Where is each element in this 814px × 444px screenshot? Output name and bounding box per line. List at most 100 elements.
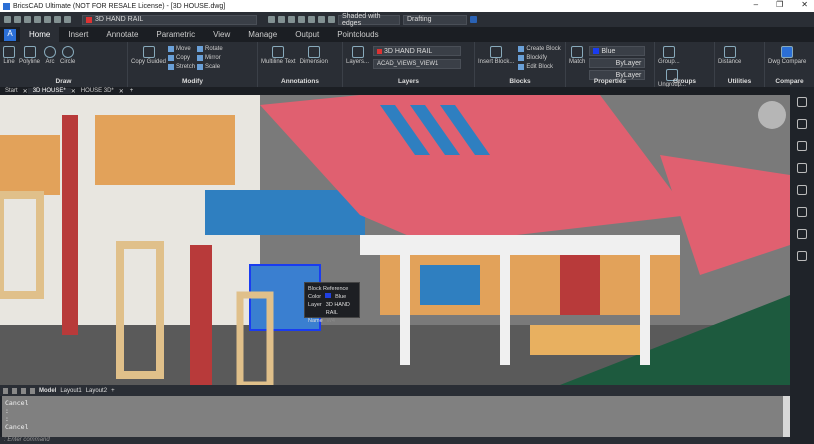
last-layout-icon[interactable] xyxy=(30,387,35,394)
tool-icon[interactable] xyxy=(328,16,335,23)
group-button[interactable]: Group... xyxy=(658,46,680,65)
layout-tab-model[interactable]: Model xyxy=(39,388,56,394)
close-button[interactable]: ✕ xyxy=(801,0,808,9)
edit-block-button[interactable]: Edit Block xyxy=(518,64,560,70)
label: Blockify xyxy=(526,55,548,61)
mirror-button[interactable]: Mirror xyxy=(197,55,223,61)
tool-icon[interactable] xyxy=(288,16,295,23)
workspace-dropdown[interactable]: Drafting xyxy=(403,14,467,25)
polyline-button[interactable]: Polyline xyxy=(19,46,40,65)
panel-title: Compare xyxy=(775,78,804,85)
match-button[interactable]: Match xyxy=(569,46,585,80)
new-tab-icon[interactable]: + xyxy=(130,88,134,94)
prev-layout-icon[interactable] xyxy=(12,387,17,394)
tool-icon[interactable] xyxy=(298,16,305,23)
tool-icon[interactable] xyxy=(318,16,325,23)
create-block-button[interactable]: Create Block xyxy=(518,46,561,52)
open-icon[interactable] xyxy=(14,16,21,23)
doc-tab-house-3d[interactable]: HOUSE 3D* xyxy=(76,88,119,94)
linetype-value: ByLayer xyxy=(615,59,642,67)
compare-panel: Dwg Compare Compare xyxy=(765,42,814,87)
current-layer-dropdown[interactable]: 3D HAND RAIL xyxy=(373,46,462,56)
dwg-compare-button[interactable]: Dwg Compare xyxy=(768,46,806,65)
undo-icon[interactable] xyxy=(54,16,61,23)
distance-button[interactable]: Distance xyxy=(718,46,741,65)
arc-button[interactable]: Arc xyxy=(44,46,57,65)
tooltip-label: Name xyxy=(308,318,323,324)
tab-annotate[interactable]: Annotate xyxy=(97,27,147,42)
tab-pointclouds[interactable]: Pointclouds xyxy=(328,27,387,42)
save-as-icon[interactable] xyxy=(34,16,41,23)
function-icon[interactable] xyxy=(797,207,807,217)
tab-output[interactable]: Output xyxy=(286,27,328,42)
modify-panel: Copy Guided Move Copy Stretch Rotate Mir… xyxy=(128,42,258,87)
rotate-button[interactable]: Rotate xyxy=(197,46,223,52)
panel-title: Draw xyxy=(55,78,72,85)
layout-tabs: Model Layout1 Layout2 + xyxy=(0,385,790,396)
layout-tab-layout2[interactable]: Layout2 xyxy=(86,388,107,394)
panel-title: Blocks xyxy=(509,78,531,85)
redo-icon[interactable] xyxy=(64,16,71,23)
tab-home[interactable]: Home xyxy=(20,27,60,42)
sheet-set-icon[interactable] xyxy=(797,229,807,239)
copy-guided-button[interactable]: Copy Guided xyxy=(131,46,166,70)
library-icon[interactable] xyxy=(797,185,807,195)
drawing-viewport[interactable]: Block Reference Color Blue Layer 3D HAND R… xyxy=(0,95,790,385)
layers-icon[interactable] xyxy=(797,141,807,151)
command-history: Cancel : : Cancel xyxy=(2,396,790,437)
tool-icon[interactable] xyxy=(308,16,315,23)
label: Polyline xyxy=(19,59,41,65)
maximize-button[interactable]: ❐ xyxy=(776,0,783,9)
layers-button[interactable]: Layers... xyxy=(346,46,369,69)
blockify-button[interactable]: Blockify xyxy=(518,55,560,61)
quick-access-toolbar: 3D HAND RAIL Shaded with edges Drafting xyxy=(0,12,814,27)
print-icon[interactable] xyxy=(44,16,51,23)
minimize-button[interactable]: – xyxy=(754,0,758,9)
multiline-text-button[interactable]: Multiline Text xyxy=(261,46,296,65)
copy-button[interactable]: Copy xyxy=(168,55,195,61)
move-button[interactable]: Move xyxy=(168,46,195,52)
doc-tab-start[interactable]: Start xyxy=(0,88,23,94)
tool-icon[interactable] xyxy=(278,16,285,23)
tab-manage[interactable]: Manage xyxy=(239,27,286,42)
tool-icon[interactable] xyxy=(268,16,275,23)
add-layout-icon[interactable]: + xyxy=(111,388,115,394)
tooltip-label: Color xyxy=(308,294,322,300)
doc-tab-3d-house[interactable]: 3D HOUSE* xyxy=(27,88,71,94)
linetype-dropdown[interactable]: ByLayer xyxy=(589,58,646,68)
layout-tab-layout1[interactable]: Layout1 xyxy=(60,388,81,394)
new-icon[interactable] xyxy=(4,16,11,23)
history-scrollbar[interactable] xyxy=(783,396,790,437)
line-button[interactable]: Line xyxy=(3,46,15,65)
color-dropdown[interactable]: Blue xyxy=(589,46,646,56)
scale-button[interactable]: Scale xyxy=(197,64,223,70)
app-menu-button[interactable]: A xyxy=(4,28,16,41)
view-layer-dropdown[interactable]: ACAD_VIEWS_VIEW1 xyxy=(373,59,462,69)
properties-icon[interactable] xyxy=(797,119,807,129)
panel-title: Properties xyxy=(593,78,627,85)
layer-dropdown[interactable]: 3D HAND RAIL xyxy=(82,14,257,25)
tips-icon[interactable] xyxy=(797,97,807,107)
visual-style-value: Shaded with edges xyxy=(342,12,381,27)
stretch-button[interactable]: Stretch xyxy=(168,64,195,70)
next-layout-icon[interactable] xyxy=(21,387,26,394)
dimension-button[interactable]: Dimension xyxy=(300,46,328,65)
save-icon[interactable] xyxy=(24,16,31,23)
insert-block-button[interactable]: Insert Block... xyxy=(478,46,514,70)
viewcube-icon xyxy=(758,101,786,129)
tab-parametric[interactable]: Parametric xyxy=(147,27,204,42)
cloud-icon[interactable] xyxy=(797,251,807,261)
label: Group... xyxy=(658,59,680,65)
circle-button[interactable]: Circle xyxy=(60,46,75,65)
command-input[interactable]: : Enter command xyxy=(0,437,790,444)
structure-icon[interactable] xyxy=(797,163,807,173)
help-icon[interactable] xyxy=(470,16,477,23)
tooltip-value: W4 xyxy=(326,318,335,324)
label: Move xyxy=(176,46,191,52)
first-layout-icon[interactable] xyxy=(3,387,8,394)
visual-style-dropdown[interactable]: Shaded with edges xyxy=(338,12,400,27)
close-icon[interactable]: ✕ xyxy=(119,88,124,95)
tab-view[interactable]: View xyxy=(204,27,239,42)
document-tabs: Start ✕ 3D HOUSE* ✕ HOUSE 3D* ✕ + xyxy=(0,87,814,95)
tab-insert[interactable]: Insert xyxy=(59,27,97,42)
